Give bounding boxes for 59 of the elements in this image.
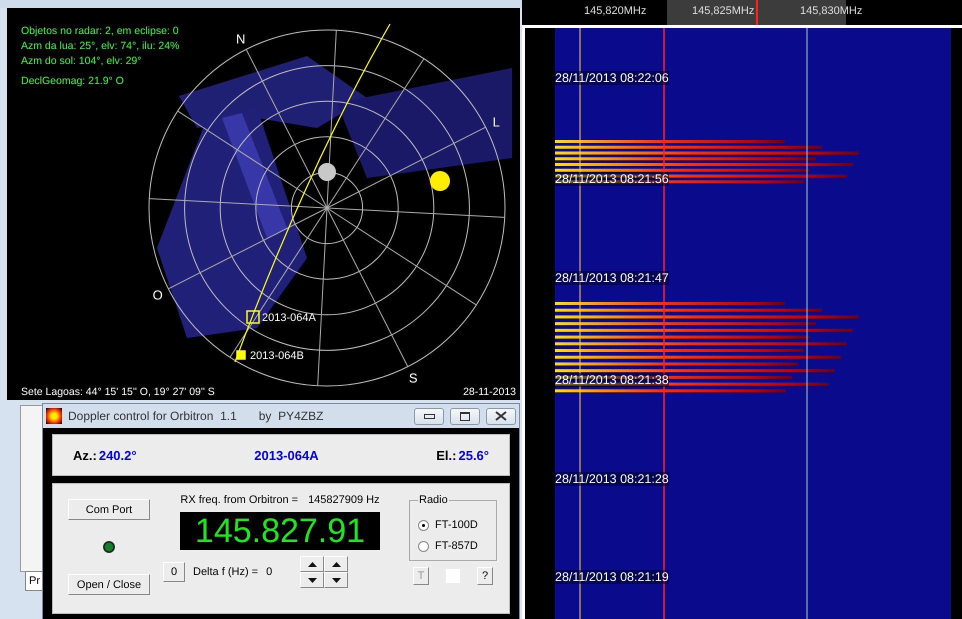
frequency-label: 145,830MHz xyxy=(800,5,862,17)
timestamp: 28/11/2013 08:22:06 xyxy=(555,71,669,85)
group-title: Radio xyxy=(418,494,449,506)
frequency-display: 145.827.91 xyxy=(180,512,380,550)
window-title: Doppler control for Orbitron 1.1 xyxy=(68,409,237,423)
minimize-button[interactable] xyxy=(414,408,444,424)
status-led xyxy=(103,541,115,553)
satellite-label: 2013-064B xyxy=(250,350,304,362)
compass-label: O xyxy=(152,287,163,302)
info-text: DeclGeomag: 21.9° O xyxy=(21,74,125,89)
up-button[interactable] xyxy=(300,556,324,572)
frequency-label: 145,825MHz xyxy=(692,5,754,17)
compass-label: L xyxy=(492,114,500,130)
timestamp: 28/11/2013 08:21:56 xyxy=(555,172,669,186)
elevation-value: 25.6° xyxy=(458,448,489,462)
timestamp: 28/11/2013 08:21:28 xyxy=(555,472,669,486)
location-text: Sete Lagoas: 44° 15' 15'' O, 19° 27' 09'' S xyxy=(21,386,215,398)
close-icon xyxy=(495,411,507,421)
tuning-marker xyxy=(756,0,758,25)
satellite-name: 2013-064A xyxy=(254,448,319,462)
info-text: Objetos no radar: 2, em eclipse: 0 xyxy=(21,24,180,39)
zero-button[interactable]: 0 xyxy=(163,562,185,582)
help-button[interactable]: ? xyxy=(477,567,493,585)
down-button[interactable] xyxy=(324,572,348,588)
compass-label: N xyxy=(236,32,246,47)
rx-label: RX freq. from Orbitron = xyxy=(180,494,298,506)
caret-down-icon xyxy=(308,578,317,582)
sun-icon xyxy=(430,171,450,191)
azimuth-label: Az.: xyxy=(73,448,97,462)
compass-label: S xyxy=(408,370,418,386)
satellite-marker[interactable] xyxy=(246,310,260,324)
caret-up-icon xyxy=(308,562,317,566)
satellite-marker[interactable] xyxy=(236,350,246,360)
delta-label: Delta f (Hz) = xyxy=(193,566,258,578)
maximize-button[interactable] xyxy=(450,408,480,424)
azimuth-value: 240.2° xyxy=(98,448,137,462)
rx-value: 145827909 Hz xyxy=(308,494,380,506)
date-text: 28-11-2013 xyxy=(463,386,516,398)
caret-up-icon xyxy=(332,562,341,566)
delta-value: 0 xyxy=(266,566,272,578)
open-close-button[interactable]: Open / Close xyxy=(68,574,150,595)
info-text: Azm do sol: 104°, elv: 29° xyxy=(21,54,142,69)
timestamp: 28/11/2013 08:21:47 xyxy=(555,271,669,285)
elevation-label: El.: xyxy=(436,448,456,462)
satellite-label: 2013-064A xyxy=(262,312,316,324)
caret-down-icon xyxy=(332,578,341,582)
frequency-label: 145,820MHz xyxy=(584,5,646,17)
radio-option[interactable]: FT-100D xyxy=(418,519,488,531)
close-button[interactable] xyxy=(486,408,516,424)
author-text: by PY4ZBZ xyxy=(258,409,324,423)
timestamp: 28/11/2013 08:21:38 xyxy=(555,373,669,387)
down-button[interactable] xyxy=(300,572,324,588)
moon-icon xyxy=(318,163,336,181)
info-text: Azm da lua: 25°, elv: 74°, ilu: 24% xyxy=(21,39,180,54)
up-button[interactable] xyxy=(324,556,348,572)
radio-option[interactable]: FT-857D xyxy=(418,540,488,552)
com-port-button[interactable]: Com Port xyxy=(68,499,150,520)
timestamp: 28/11/2013 08:21:19 xyxy=(555,570,669,584)
app-icon xyxy=(46,408,62,424)
